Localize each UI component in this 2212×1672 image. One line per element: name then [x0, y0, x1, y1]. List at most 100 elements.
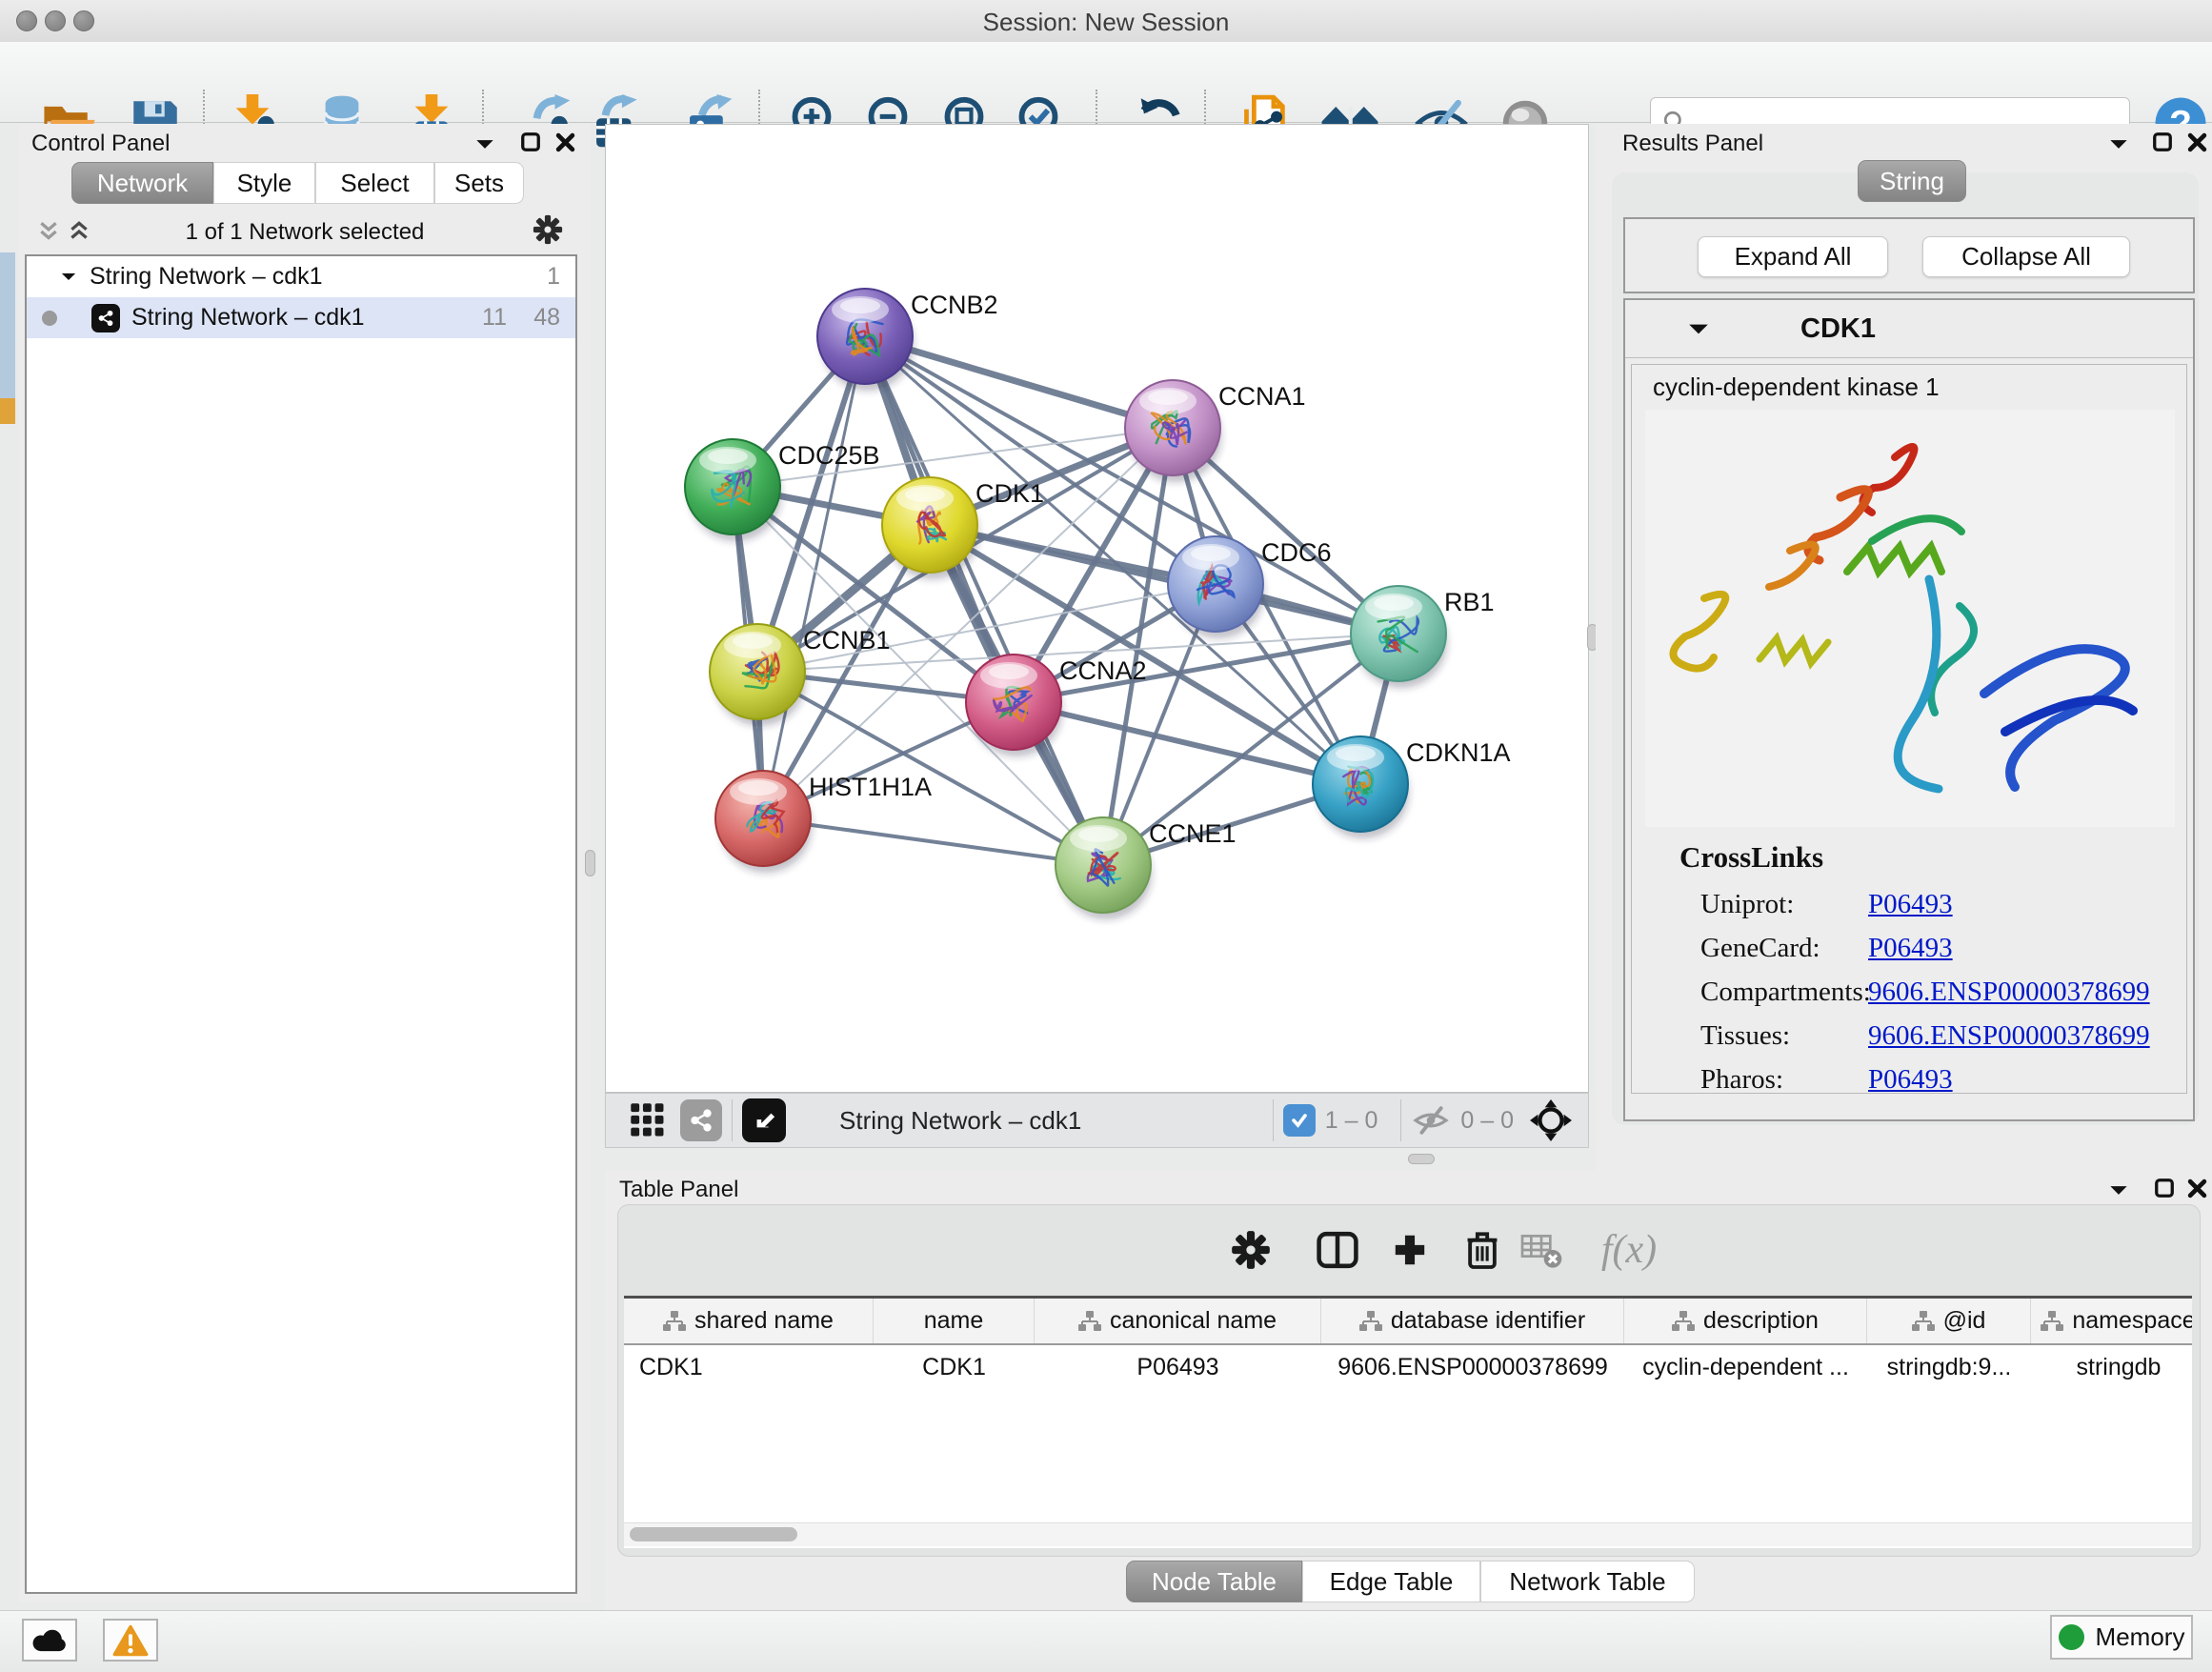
column-label: database identifier: [1391, 1307, 1585, 1335]
table-settings-button[interactable]: [1222, 1223, 1279, 1277]
node-label: CCNB2: [911, 291, 998, 319]
float-window-icon: [2152, 131, 2173, 152]
tab-node-table[interactable]: Node Table: [1126, 1561, 1302, 1602]
table-cell: P06493: [1035, 1345, 1321, 1389]
network-options-gear-button[interactable]: [532, 215, 564, 244]
node-label: CCNB1: [803, 626, 891, 655]
network-label: String Network – cdk1: [131, 304, 365, 332]
shared-column-icon: [663, 1311, 686, 1332]
panel-menu-button[interactable]: [2102, 1176, 2135, 1204]
network-row-selected[interactable]: String Network – cdk1 11 48: [27, 297, 575, 338]
network-node-CCNA2[interactable]: CCNA2: [966, 655, 1147, 756]
column-header--id[interactable]: @id: [1867, 1299, 2031, 1343]
protein-section-header[interactable]: CDK1: [1625, 300, 2193, 358]
delete-table-icon: [1519, 1231, 1563, 1269]
float-window-icon: [520, 131, 541, 152]
control-tab-network[interactable]: Network: [71, 162, 213, 204]
edge-count: 48: [533, 304, 560, 332]
pan-control-button[interactable]: [1529, 1098, 1573, 1142]
crosslink-row: Uniprot:P06493: [1700, 882, 2186, 926]
crosslink-label: Compartments:: [1700, 977, 1868, 1008]
scrollbar-thumb[interactable]: [630, 1527, 797, 1541]
node-label: CDC25B: [778, 441, 880, 470]
network-canvas[interactable]: CCNB2CCNA1CDC25BCDK1CDC6RB1CCNB1CCNA2CDK…: [605, 124, 1589, 1093]
control-tab-style[interactable]: Style: [213, 162, 315, 204]
grid-icon: [630, 1102, 666, 1138]
show-columns-button[interactable]: [1309, 1223, 1366, 1277]
network-edge: [763, 428, 1173, 818]
tab-string[interactable]: String: [1858, 160, 1966, 202]
crosslink-label: GeneCard:: [1700, 933, 1868, 964]
column-header-canonical-name[interactable]: canonical name: [1035, 1299, 1321, 1343]
node-label: HIST1H1A: [809, 773, 932, 801]
crosslink-link[interactable]: P06493: [1868, 1064, 1953, 1096]
crosslink-row: Pharos:P06493: [1700, 1058, 2186, 1101]
collection-count: 1: [547, 263, 560, 291]
shared-column-icon: [1078, 1311, 1101, 1332]
network-node-CDK1[interactable]: CDK1: [882, 477, 1044, 579]
table-horizontal-scrollbar[interactable]: [624, 1522, 2192, 1546]
column-header-database-identifier[interactable]: database identifier: [1321, 1299, 1624, 1343]
node-label: CDC6: [1261, 538, 1332, 567]
column-header-namespace[interactable]: namespace: [2031, 1299, 2192, 1343]
panel-menu-button[interactable]: [2102, 130, 2135, 158]
node-count: 11: [482, 304, 507, 332]
network-node-RB1[interactable]: RB1: [1351, 586, 1495, 688]
share-icon: [689, 1108, 714, 1133]
column-header-description[interactable]: description: [1624, 1299, 1867, 1343]
column-label: shared name: [694, 1307, 834, 1335]
crosslink-link[interactable]: 9606.ENSP00000378699: [1868, 1020, 2150, 1052]
disclosure-triangle-icon: [61, 272, 76, 282]
birdseye-view-button[interactable]: [742, 1098, 786, 1142]
warnings-button[interactable]: [103, 1619, 158, 1662]
protein-section: CDK1 cyclin-dependent kinase 1: [1623, 298, 2195, 1121]
crosslink-link[interactable]: 9606.ENSP00000378699: [1868, 977, 2150, 1008]
panel-float-button[interactable]: [2146, 128, 2179, 156]
panel-close-button[interactable]: [2181, 128, 2212, 156]
table-type-tabs: Node TableEdge TableNetwork Table: [1126, 1561, 1695, 1608]
collapse-all-button[interactable]: Collapse All: [1922, 236, 2130, 277]
crosslink-link[interactable]: P06493: [1868, 933, 1953, 964]
tab-network-table[interactable]: Network Table: [1480, 1561, 1695, 1602]
function-builder-button[interactable]: f(x): [1581, 1223, 1677, 1277]
panel-close-button[interactable]: [2181, 1174, 2212, 1202]
bottom-splitter-handle[interactable]: [1408, 1154, 1435, 1164]
panel-float-button[interactable]: [514, 128, 547, 156]
table-cell: stringdb:9...: [1867, 1345, 2031, 1389]
column-header-name[interactable]: name: [874, 1299, 1035, 1343]
show-grid-button[interactable]: [623, 1106, 673, 1135]
memory-status-dot: [2059, 1624, 2084, 1650]
network-collection-row[interactable]: String Network – cdk1 1: [27, 256, 575, 297]
table-row[interactable]: CDK1CDK1P064939606.ENSP00000378699cyclin…: [624, 1345, 2192, 1389]
string-view-button[interactable]: [680, 1099, 722, 1141]
protein-details: cyclin-dependent kinase 1: [1631, 364, 2187, 1094]
crosslink-link[interactable]: P06493: [1868, 889, 1953, 920]
protein-structure-image: [1645, 410, 2175, 827]
delete-column-button[interactable]: [1454, 1223, 1511, 1277]
diagonal-arrow-icon: [752, 1108, 776, 1133]
panel-float-button[interactable]: [2148, 1174, 2181, 1202]
selected-checkbox[interactable]: [1283, 1104, 1316, 1137]
cloud-status-button[interactable]: [22, 1619, 77, 1662]
panel-menu-button[interactable]: [469, 130, 501, 158]
column-header-shared-name[interactable]: shared name: [624, 1299, 874, 1343]
memory-button[interactable]: Memory: [2050, 1615, 2193, 1660]
left-splitter-handle[interactable]: [585, 850, 595, 876]
network-graph[interactable]: CCNB2CCNA1CDC25BCDK1CDC6RB1CCNB1CCNA2CDK…: [606, 125, 1588, 1092]
memory-label: Memory: [2096, 1622, 2185, 1652]
delete-table-button[interactable]: [1513, 1223, 1570, 1277]
network-node-CDC6[interactable]: CDC6: [1168, 536, 1332, 638]
panel-close-button[interactable]: [549, 128, 581, 156]
network-node-HIST1H1A[interactable]: HIST1H1A: [715, 771, 932, 873]
table-cell: CDK1: [624, 1345, 874, 1389]
selected-count: 1 – 0: [1325, 1107, 1378, 1135]
network-view-title: String Network – cdk1: [839, 1106, 1081, 1136]
add-column-button[interactable]: [1381, 1223, 1438, 1277]
network-node-CDKN1A[interactable]: CDKN1A: [1313, 736, 1511, 838]
table-cell: cyclin-dependent ...: [1624, 1345, 1867, 1389]
control-tab-select[interactable]: Select: [315, 162, 434, 204]
tab-edge-table[interactable]: Edge Table: [1302, 1561, 1480, 1602]
expand-all-button[interactable]: Expand All: [1698, 236, 1888, 277]
crosslink-row: Tissues:9606.ENSP00000378699: [1700, 1014, 2186, 1058]
control-tab-sets[interactable]: Sets: [434, 162, 524, 204]
